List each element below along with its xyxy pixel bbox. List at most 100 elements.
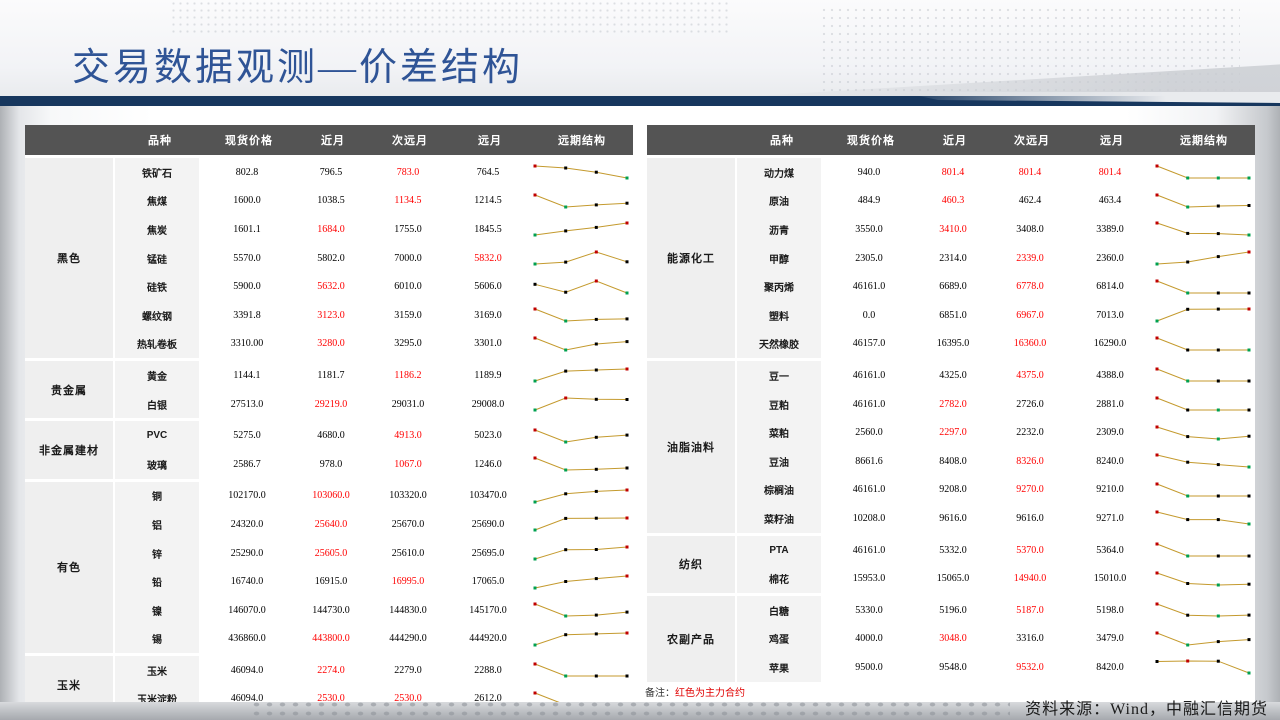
spot-price-cell: 5900.0: [233, 281, 261, 293]
next-far-month-cell: 3159.0: [394, 309, 422, 321]
table-row: 棉花 15953.0 15065.0 14940.0 15010.0: [737, 564, 1255, 593]
category-header: [647, 125, 739, 155]
spot-price-header: 现货价格: [203, 125, 295, 155]
variety-cell: 原油: [737, 186, 823, 216]
near-month-cell: 103060.0: [312, 490, 350, 502]
spot-price-cell: 940.0: [857, 166, 881, 178]
table-row: PTA 46161.0 5332.0 5370.0 5364.0: [737, 535, 1255, 565]
variety-cell: 焦煤: [115, 186, 201, 216]
next-far-month-cell: 25670.0: [391, 518, 425, 530]
sparkline-chart: [1155, 164, 1251, 180]
far-month-cell: 2309.0: [1096, 427, 1124, 439]
next-far-month-cell: 1067.0: [394, 458, 422, 470]
sparkline-chart: [1155, 510, 1251, 526]
sparkline-chart: [1155, 396, 1251, 412]
price-table-left: 品种 现货价格 近月 次远月 远月 远期结构 黑色 铁矿石 802.8 796.5 783.0 764…: [25, 125, 633, 714]
page-title: 交易数据观测—价差结构: [72, 47, 524, 89]
table-row: 菜粕 2560.0 2297.0 2232.0 2309.0: [737, 418, 1255, 447]
table-row: 白银 27513.0 29219.0 29031.0 29008.0: [115, 389, 633, 419]
variety-cell: 硅铁: [115, 272, 201, 301]
dot-pattern-decoration: [170, 0, 730, 34]
category-cell: 农副产品: [647, 595, 737, 682]
sparkline-chart: [1155, 542, 1251, 558]
variety-header: 品种: [117, 125, 203, 155]
sparkline-chart: [533, 456, 629, 472]
sparkline-chart: [533, 221, 629, 237]
sparkline-chart: [1155, 571, 1251, 587]
spot-price-cell: 9500.0: [855, 661, 883, 673]
near-month-cell: 3123.0: [317, 309, 345, 321]
forward-structure-sparkline: [529, 656, 633, 685]
next-far-month-cell: 2232.0: [1016, 427, 1044, 439]
commodity-group: 贵金属 黄金 1144.1 1181.7 1186.2 1189.9 白银 27513.0 29…: [25, 361, 633, 419]
variety-cell: 焦炭: [115, 215, 201, 244]
spot-price-cell: 0.0: [862, 309, 876, 321]
far-month-cell: 7013.0: [1096, 309, 1124, 321]
far-month-cell: 15010.0: [1093, 573, 1127, 585]
sparkline-chart: [1155, 482, 1251, 498]
near-month-cell: 1038.5: [317, 195, 345, 207]
forward-structure-sparkline: [529, 187, 633, 216]
near-month-cell: 4325.0: [939, 369, 967, 381]
far-month-cell: 25695.0: [471, 547, 505, 559]
sparkline-chart: [533, 336, 629, 352]
forward-structure-sparkline: [1151, 653, 1255, 682]
spot-price-cell: 2560.0: [855, 427, 883, 439]
spot-price-cell: 46161.0: [852, 398, 886, 410]
forward-structure-sparkline: [1151, 215, 1255, 244]
table-row: 苹果 9500.0 9548.0 9532.0 8420.0: [737, 653, 1255, 682]
far-month-cell: 801.4: [1098, 166, 1122, 178]
sparkline-chart: [1155, 307, 1251, 323]
far-month-header: 远月: [449, 125, 531, 155]
sparkline-chart: [533, 193, 629, 209]
next-far-month-cell: 6778.0: [1016, 281, 1044, 293]
next-far-month-cell: 16995.0: [391, 576, 425, 588]
sparkline-chart: [533, 164, 629, 180]
variety-cell: 玻璃: [115, 449, 201, 479]
forward-structure-sparkline: [529, 421, 633, 450]
next-far-month-cell: 6967.0: [1016, 309, 1044, 321]
forward-structure-header: 远期结构: [531, 125, 633, 155]
spot-price-cell: 3391.8: [233, 309, 261, 321]
next-far-month-cell: 29031.0: [391, 398, 425, 410]
spot-price-cell: 802.8: [235, 166, 259, 178]
variety-cell: 天然橡胶: [737, 329, 823, 359]
spot-price-cell: 102170.0: [228, 490, 266, 502]
far-month-cell: 25690.0: [471, 518, 505, 530]
note-text: 红色为主力合约: [675, 688, 745, 699]
sparkline-chart: [533, 631, 629, 647]
near-month-cell: 4680.0: [317, 430, 345, 442]
sparkline-chart: [533, 307, 629, 323]
far-month-cell: 2360.0: [1096, 252, 1124, 264]
category-cell: 纺织: [647, 535, 737, 593]
variety-cell: 菜粕: [737, 418, 823, 447]
far-month-cell: 8420.0: [1096, 661, 1124, 673]
table-row: 聚丙烯 46161.0 6689.0 6778.0 6814.0: [737, 272, 1255, 301]
variety-cell: 锡: [115, 624, 201, 654]
table-row: 锌 25290.0 25605.0 25610.0 25695.0: [115, 538, 633, 568]
sparkline-chart: [533, 545, 629, 561]
tables-area: 品种 现货价格 近月 次远月 远月 远期结构 黑色 铁矿石 802.8 796.5 783.0 764…: [25, 125, 1255, 714]
sparkline-chart: [1155, 221, 1251, 237]
commodity-group: 农副产品 白糖 5330.0 5196.0 5187.0 5198.0 鸡蛋 4000.0 30…: [647, 595, 1255, 682]
forward-structure-sparkline: [529, 450, 633, 479]
variety-cell: 铜: [115, 481, 201, 511]
next-far-month-cell: 3316.0: [1016, 633, 1044, 645]
sparkline-chart: [1155, 602, 1251, 618]
bottom-dot-pattern: [250, 700, 1010, 720]
next-far-month-cell: 9532.0: [1016, 661, 1044, 673]
next-far-month-cell: 1134.5: [394, 195, 422, 207]
sparkline-chart: [533, 516, 629, 532]
spot-price-cell: 8661.6: [855, 455, 883, 467]
variety-cell: 白银: [115, 389, 201, 419]
near-month-cell: 443800.0: [312, 633, 350, 645]
variety-cell: 热轧卷板: [115, 329, 201, 359]
near-month-cell: 5196.0: [939, 604, 967, 616]
near-month-header: 近月: [917, 125, 993, 155]
table-header-row: 品种 现货价格 近月 次远月 远月 远期结构: [647, 125, 1255, 155]
near-month-cell: 978.0: [319, 458, 343, 470]
near-month-cell: 9616.0: [939, 512, 967, 524]
spot-price-cell: 146070.0: [228, 604, 266, 616]
table-row: 豆粕 46161.0 2782.0 2726.0 2881.0: [737, 389, 1255, 419]
near-month-cell: 144730.0: [312, 604, 350, 616]
